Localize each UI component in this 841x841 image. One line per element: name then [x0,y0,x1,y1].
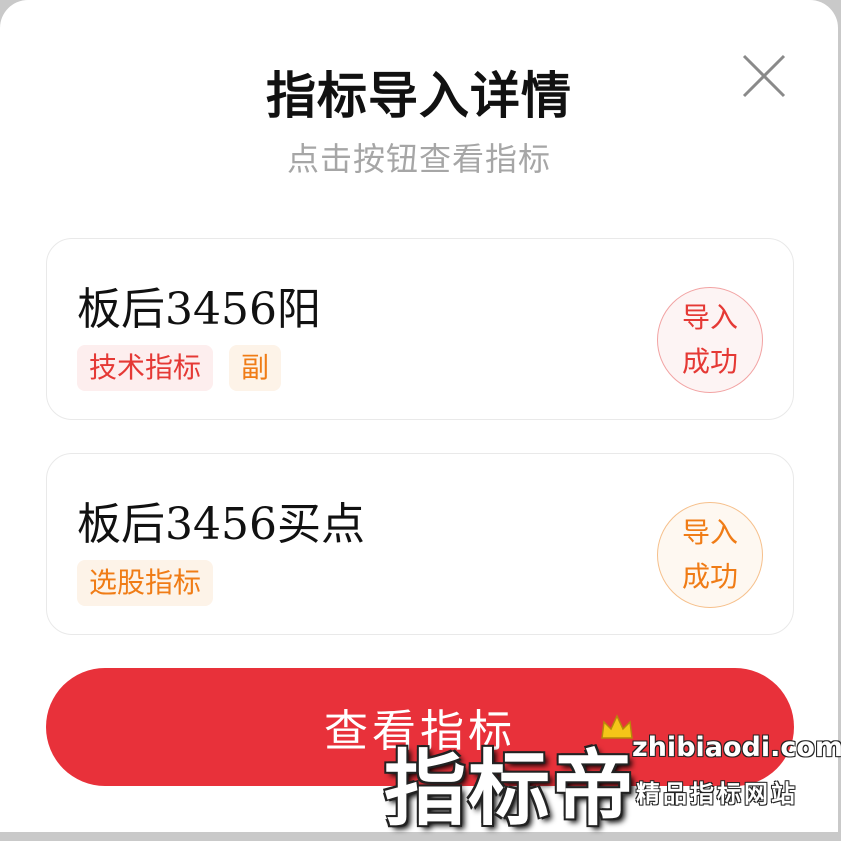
indicator-tags: 技术指标 副 [77,345,282,391]
stamp-text-line2: 成功 [681,345,738,378]
tag-stock-selection-indicator: 选股指标 [77,560,214,606]
indicator-card: 板后3456阳 技术指标 副 导入 成功 [46,238,794,420]
stamp-text-line1: 导入 [681,516,738,549]
indicator-tags: 选股指标 [77,560,214,606]
import-success-stamp: 导入 成功 [657,502,763,608]
indicator-name: 板后3456阳 [77,284,321,335]
dialog-subtitle: 点击按钮查看指标 [286,140,551,178]
view-indicators-button[interactable]: 查看指标 [46,668,794,786]
stamp-text-line2: 成功 [681,560,738,593]
import-details-dialog: 指标导入详情 点击按钮查看指标 板后3456阳 技术指标 副 导入 成功 板后3… [0,0,841,837]
stamp-text-line1: 导入 [681,301,738,334]
indicator-name: 板后3456买点 [77,499,365,550]
dialog-title: 指标导入详情 [266,67,572,125]
tag-secondary: 副 [229,345,282,391]
tag-technical-indicator: 技术指标 [77,345,214,391]
import-success-stamp: 导入 成功 [657,287,763,393]
indicator-card: 板后3456买点 选股指标 导入 成功 [46,453,794,635]
close-icon[interactable] [740,52,788,100]
